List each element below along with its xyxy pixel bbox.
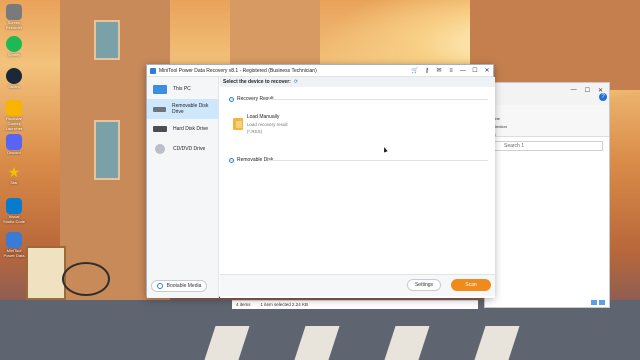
divider <box>268 99 488 100</box>
sidebar-item-removable-disk[interactable]: Removable Disk Drive <box>147 99 218 119</box>
load-manually-title: Load Manually <box>246 114 280 120</box>
minitool-icon <box>6 232 22 248</box>
menu-icon[interactable]: ≡ <box>445 68 457 74</box>
ribbon-select-none[interactable]: none <box>491 115 603 123</box>
sidebar-item-hard-disk[interactable]: Hard Disk Drive <box>147 119 218 139</box>
load-manually-subtitle: Load recovery result (*.RSS) <box>246 122 288 134</box>
maximize-button[interactable]: ☐ <box>469 67 481 74</box>
app-titlebar: MiniTool Power Data Recovery v8.1 - Regi… <box>147 65 493 77</box>
status-item-count: 4 items <box>236 302 251 307</box>
spotify-icon <box>6 36 22 52</box>
desktop-shortcut-recorder[interactable]: Screen Recorder <box>3 4 25 30</box>
help-icon[interactable]: ? <box>599 93 607 101</box>
tiles-view-button[interactable] <box>599 300 605 305</box>
sidebar-item-cd-dvd[interactable]: CD/DVD Drive <box>147 139 218 159</box>
details-view-button[interactable] <box>591 300 597 305</box>
cd-dvd-icon <box>155 144 165 154</box>
explorer-status-bar: 4 items 1 item selected 2.24 KB <box>232 300 478 309</box>
sidebar-item-this-pc[interactable]: This PC <box>147 79 218 99</box>
explorer-titlebar: — ☐ ✕ <box>485 83 609 105</box>
bootable-media-icon <box>156 283 163 289</box>
minitool-window[interactable]: MiniTool Power Data Recovery v8.1 - Regi… <box>146 64 495 298</box>
device-select-header: Select the device to recover: ⟳ <box>220 77 495 87</box>
desktop-shortcut-spotify[interactable]: Spotify <box>3 36 25 57</box>
explorer-ribbon: all none selection ert <box>485 105 609 137</box>
desktop-shortcut-steam[interactable]: Steam <box>3 68 25 89</box>
header-label: Select the device to recover: <box>223 79 291 85</box>
monitor-icon <box>153 84 167 94</box>
explorer-search-input[interactable]: Search 1 <box>491 141 603 151</box>
desktop-shortcut-vscode[interactable]: Visual Studio Code <box>3 198 25 224</box>
explorer-maximize-button[interactable]: ☐ <box>585 87 590 101</box>
bootable-media-label: Bootable Media <box>166 283 202 289</box>
minimize-button[interactable]: — <box>457 68 469 74</box>
ribbon-select-group[interactable]: ert <box>491 131 603 139</box>
collapse-icon: − <box>229 96 234 102</box>
ribbon-select-all[interactable]: all <box>491 107 603 115</box>
divider <box>268 160 488 161</box>
star-icon: ★ <box>7 164 21 180</box>
load-manually-card[interactable]: Load Manually Load recovery result (*.RS… <box>233 114 303 136</box>
street-poster <box>26 246 66 300</box>
usb-drive-icon <box>153 106 167 112</box>
app-logo-icon <box>150 67 156 74</box>
sidebar: This PC Removable Disk Drive Hard Disk D… <box>147 77 219 298</box>
bicycle <box>62 262 110 296</box>
cart-icon[interactable]: 🛒 <box>409 67 421 74</box>
refresh-icon[interactable]: ⟳ <box>294 79 298 85</box>
building-window <box>94 20 120 60</box>
steam-icon <box>6 68 22 84</box>
collapse-icon: − <box>229 157 234 163</box>
mouse-cursor <box>382 146 388 153</box>
section-recovery-result[interactable]: − Recovery Result <box>229 96 274 102</box>
scan-button[interactable]: Scan <box>451 279 491 291</box>
desktop-shortcut-star[interactable]: ★ Star <box>3 164 25 185</box>
recorder-icon <box>6 4 22 20</box>
ribbon-invert-selection[interactable]: selection <box>491 123 603 131</box>
mail-icon[interactable]: ✉ <box>433 67 445 74</box>
desktop-shortcut-minitool[interactable]: MiniTool Power Data <box>3 232 25 258</box>
background-building-mid <box>230 0 320 70</box>
sidebar-item-label: This PC <box>173 86 191 92</box>
settings-button[interactable]: Settings <box>407 279 441 291</box>
bootable-media-button[interactable]: Bootable Media <box>151 280 207 292</box>
background-building-right <box>470 0 640 90</box>
view-toggle <box>591 300 605 305</box>
status-selection: 1 item selected 2.24 KB <box>260 302 309 307</box>
rockstar-icon <box>6 100 22 116</box>
window-title: MiniTool Power Data Recovery v8.1 - Regi… <box>159 67 317 74</box>
sidebar-item-label: CD/DVD Drive <box>173 146 206 152</box>
building-window <box>94 120 120 180</box>
explorer-minimize-button[interactable]: — <box>571 87 577 101</box>
sidebar-item-label: Removable Disk Drive <box>172 103 209 115</box>
close-button[interactable]: ✕ <box>481 67 493 74</box>
file-explorer-window[interactable]: — ☐ ✕ ? all none selection ert Search 1 <box>484 82 610 308</box>
desktop-shortcut-rockstar[interactable]: Rockstar Games Launcher <box>3 100 25 131</box>
app-footer: Settings Scan <box>220 274 495 296</box>
hard-disk-icon <box>153 126 167 132</box>
folder-icon <box>233 118 243 130</box>
section-removable-disk[interactable]: − Removable Disk <box>229 157 273 163</box>
desktop-shortcut-discord[interactable]: Discord <box>3 134 25 155</box>
main-panel: Select the device to recover: ⟳ − Recove… <box>220 77 495 298</box>
sidebar-item-label: Hard Disk Drive <box>173 126 209 132</box>
vscode-icon <box>6 198 22 214</box>
discord-icon <box>6 134 22 150</box>
key-icon[interactable]: ⚷ <box>421 67 433 74</box>
